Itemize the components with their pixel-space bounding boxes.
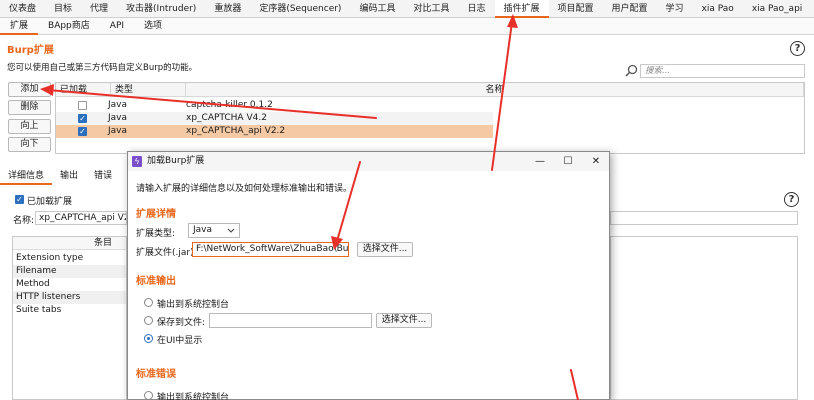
dialog-title: 加载Burp扩展 (147, 156, 205, 166)
column-header-item: 条目 (13, 237, 126, 250)
name-label: 名称: (13, 216, 35, 226)
chevron-down-icon (227, 228, 235, 233)
tab-dashboard[interactable]: 仪表盘 (0, 0, 45, 18)
stdout-file-radio[interactable] (144, 316, 153, 325)
loaded-checkbox[interactable]: ✓ (78, 127, 87, 136)
tab-target[interactable]: 目标 (45, 0, 81, 18)
table-row[interactable]: Java captcha-killer 0.1.2 (56, 99, 493, 112)
dialog-title-bar[interactable]: ϟ 加载Burp扩展 — ☐ ✕ (128, 152, 609, 171)
standard-error-title: 标准错误 (136, 369, 176, 380)
tab-decoder[interactable]: 编码工具 (350, 0, 404, 18)
tab-project-options[interactable]: 项目配置 (549, 0, 603, 18)
remove-button[interactable]: 删除 (8, 100, 51, 115)
tab-learn[interactable]: 学习 (657, 0, 693, 18)
load-extension-dialog: ϟ 加载Burp扩展 — ☐ ✕ 请输入扩展的详细信息以及如何处理标准输出和错误… (127, 151, 610, 400)
tab-extensions[interactable]: 插件扩展 (494, 0, 549, 18)
choose-file-button[interactable]: 选择文件... (357, 242, 413, 257)
row-name: xp_CAPTCHA_api V2.2 (186, 126, 286, 136)
extension-type-value: Java (193, 225, 213, 235)
row-type: Java (108, 100, 128, 110)
minimize-icon[interactable]: — (526, 152, 554, 171)
row-type: Java (108, 126, 128, 136)
column-header-loaded[interactable]: 已加载 (56, 83, 111, 97)
extension-file-input[interactable]: F:\NetWork_SoftWare\ZhuaBao\Burp_2 (192, 242, 349, 257)
tab-errors[interactable]: 错误 (86, 168, 120, 185)
stderr-console-label: 输出到系统控制台 (157, 393, 230, 400)
burp-extensions-description: 您可以使用自己或第三方代码自定义Burp的功能。 (7, 63, 198, 73)
extensions-table: 已加载 类型 名称 Java captcha-killer 0.1.2 ✓ Ja… (55, 82, 805, 154)
row-name: captcha-killer 0.1.2 (186, 100, 273, 110)
row-type: Java (108, 113, 128, 123)
details-tab-bar: 详细信息 输出 错误 (0, 168, 140, 185)
loaded-checkbox[interactable]: ✓ (78, 114, 87, 123)
subtab-bapp-store[interactable]: BApp商店 (38, 18, 100, 35)
row-name: xp_CAPTCHA V4.2 (186, 113, 267, 123)
tab-proxy[interactable]: 代理 (81, 0, 117, 18)
tab-output[interactable]: 输出 (52, 168, 86, 185)
extension-type-label: 扩展类型: (136, 229, 176, 239)
details-value-panel (610, 236, 798, 400)
column-header-type[interactable]: 类型 (111, 83, 186, 97)
extension-file-label: 扩展文件(.jar) (136, 248, 194, 258)
list-item: HTTP listeners (13, 291, 126, 304)
help-icon[interactable]: ? (784, 192, 799, 207)
list-item: Suite tabs (16, 305, 62, 315)
extensions-sub-tab-bar: 扩展 BApp商店 API 选项 (0, 18, 814, 35)
search-input[interactable]: 搜索... (640, 64, 805, 78)
standard-output-title: 标准输出 (136, 276, 176, 287)
list-item: Extension type (16, 253, 84, 263)
extension-loaded-label: 已加载扩展 (27, 197, 73, 207)
stdout-choose-file-button[interactable]: 选择文件... (376, 313, 432, 328)
list-item: Filename (13, 265, 126, 278)
tab-repeater[interactable]: 重放器 (205, 0, 250, 18)
column-header-name[interactable]: 名称 (186, 83, 804, 97)
tab-details[interactable]: 详细信息 (0, 168, 53, 185)
dialog-body: 请输入扩展的详细信息以及如何处理标准输出和错误。 扩展详情 扩展类型: Java… (128, 171, 609, 400)
move-down-button[interactable]: 向下 (8, 137, 51, 152)
help-icon[interactable]: ? (790, 41, 805, 56)
maximize-icon[interactable]: ☐ (554, 152, 582, 171)
loaded-checkbox[interactable] (78, 101, 87, 110)
stdout-file-input[interactable] (209, 313, 372, 328)
burp-extensions-title: Burp扩展 (7, 45, 54, 56)
search-icon (625, 64, 638, 77)
table-row[interactable]: ✓ Java xp_CAPTCHA V4.2 (56, 112, 493, 125)
name-field-right (610, 211, 798, 225)
move-up-button[interactable]: 向上 (8, 119, 51, 134)
tab-user-options[interactable]: 用户配置 (603, 0, 657, 18)
table-row-selected[interactable]: ✓ Java xp_CAPTCHA_api V2.2 (56, 125, 493, 138)
tab-sequencer[interactable]: 定序器(Sequencer) (250, 0, 350, 18)
name-field[interactable]: xp_CAPTCHA_api V2.2 (35, 211, 127, 225)
list-item: Method (16, 279, 50, 289)
tab-intruder[interactable]: 攻击器(Intruder) (117, 0, 205, 18)
burp-extension-icon: ϟ (132, 156, 142, 167)
dialog-intro: 请输入扩展的详细信息以及如何处理标准输出和错误。 (136, 184, 353, 194)
close-icon[interactable]: ✕ (582, 152, 610, 171)
main-tab-bar: 仪表盘 目标 代理 攻击器(Intruder) 重放器 定序器(Sequence… (0, 0, 814, 18)
stdout-ui-radio[interactable] (144, 334, 153, 343)
subtab-extensions[interactable]: 扩展 (0, 18, 39, 35)
tab-comparer[interactable]: 对比工具 (404, 0, 458, 18)
add-button[interactable]: 添加 (8, 82, 51, 97)
tab-xia-pao-api[interactable]: xia Pao_api (743, 0, 811, 18)
tab-xia-pao[interactable]: xia Pao (693, 0, 743, 18)
stdout-ui-label: 在UI中显示 (157, 336, 203, 346)
subtab-api[interactable]: API (100, 18, 134, 35)
details-table: 条目 Extension type Filename Method HTTP l… (12, 236, 127, 400)
subtab-options[interactable]: 选项 (134, 18, 172, 35)
tab-logger[interactable]: 日志 (458, 0, 494, 18)
extension-details-title: 扩展详情 (136, 209, 176, 220)
stdout-console-label: 输出到系统控制台 (157, 300, 230, 310)
extension-loaded-checkbox[interactable]: ✓ (15, 195, 24, 204)
stderr-console-radio[interactable] (144, 391, 153, 400)
extension-type-select[interactable]: Java (188, 223, 240, 238)
stdout-file-label: 保存到文件: (157, 318, 206, 328)
stdout-console-radio[interactable] (144, 298, 153, 307)
